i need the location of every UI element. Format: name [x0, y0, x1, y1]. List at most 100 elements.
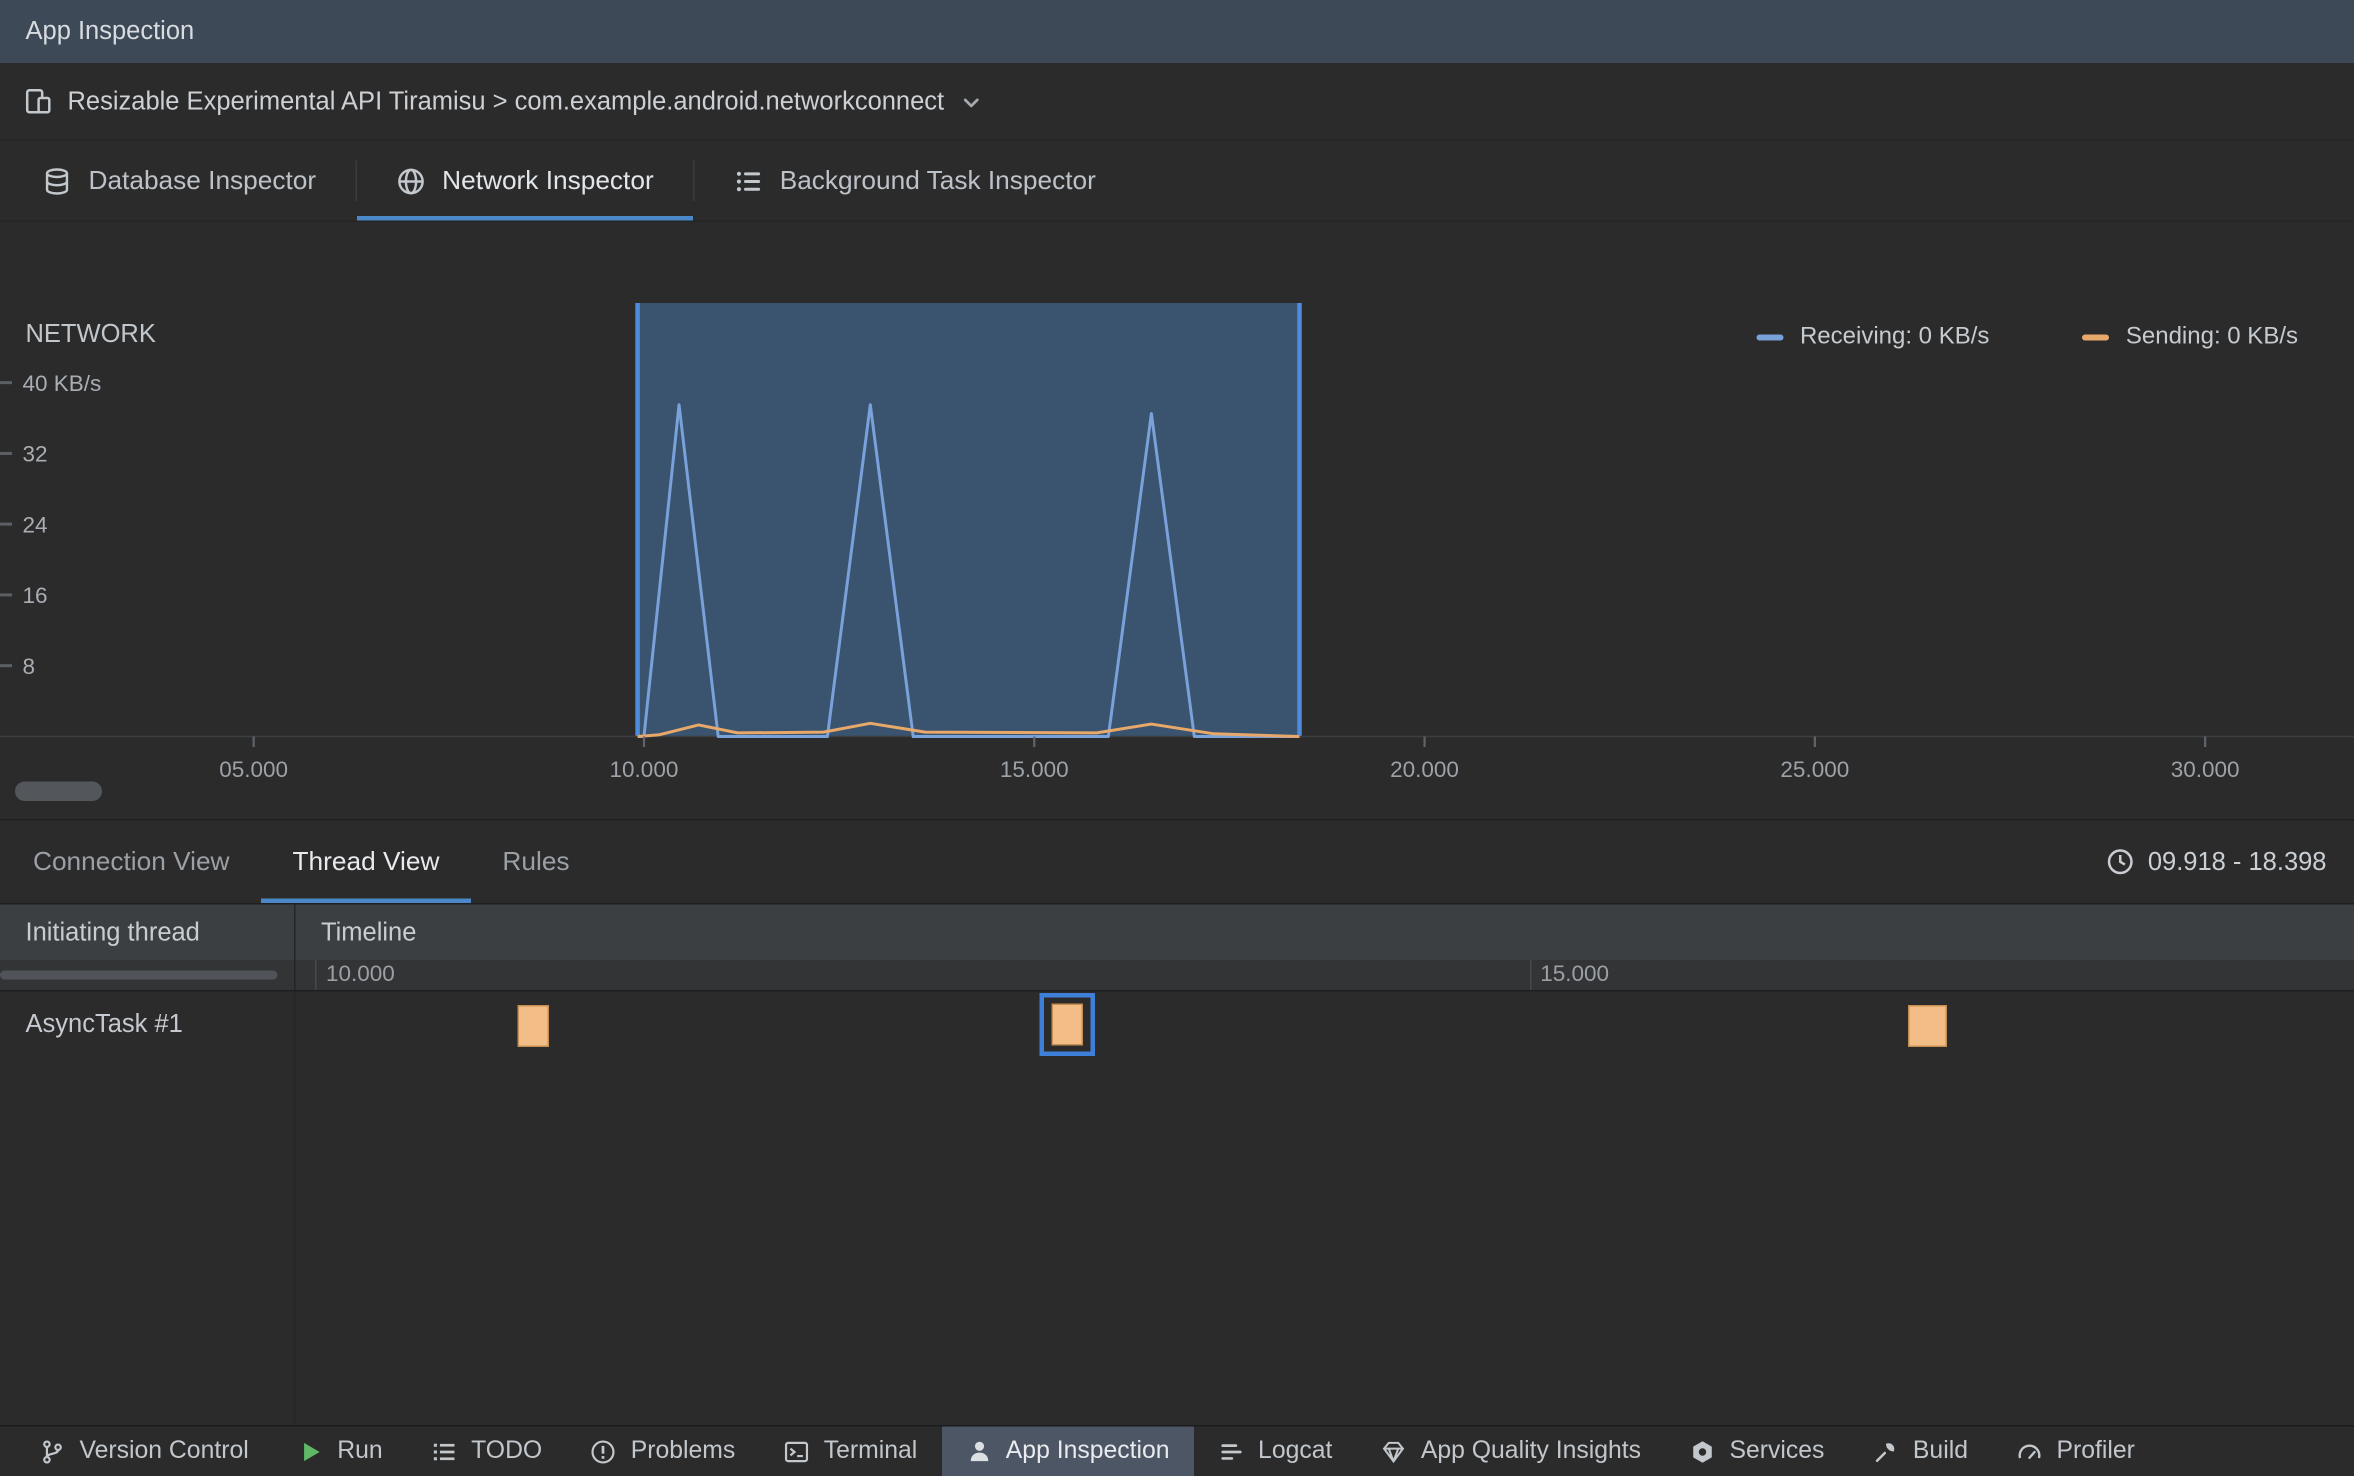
insights-icon: [1380, 1438, 1407, 1465]
svg-text:24: 24: [23, 512, 48, 537]
todo-icon: [431, 1438, 458, 1465]
tab-label: Network Inspector: [442, 165, 654, 195]
thread-view-table: Initiating thread Timeline 10.000 15.000 …: [0, 903, 2354, 1425]
timeline-gridline: [1529, 960, 1532, 990]
thread-column-scrollbar[interactable]: [0, 970, 278, 980]
toolwindow-run[interactable]: Run: [273, 1427, 407, 1476]
timeline-tick-label: 15.000: [1540, 961, 1610, 988]
toolwindow-label: Problems: [630, 1437, 736, 1464]
chevron-down-icon: [959, 87, 985, 116]
chart-title: NETWORK: [25, 319, 156, 349]
timeline-gridline: [315, 960, 317, 990]
build-icon: [1872, 1438, 1899, 1465]
window-title: App Inspection: [25, 16, 195, 46]
svg-text:32: 32: [23, 442, 48, 467]
toolwindow-label: Profiler: [2056, 1437, 2135, 1464]
tool-window-bar: Version Control Run TODO Problems Termin…: [0, 1425, 2354, 1476]
database-icon: [42, 166, 72, 196]
toolwindow-build[interactable]: Build: [1848, 1427, 1992, 1476]
svg-text:15.000: 15.000: [1000, 757, 1069, 782]
tab-background-task-inspector[interactable]: Background Task Inspector: [694, 141, 1135, 221]
profiler-icon: [2016, 1438, 2043, 1465]
timeline-track[interactable]: [296, 992, 2354, 1426]
logcat-icon: [1218, 1438, 1245, 1465]
view-tabs-row: Connection View Thread View Rules 09.918…: [0, 821, 2354, 904]
legend-receiving: Receiving: 0 KB/s: [1756, 324, 1989, 351]
toolwindow-profiler[interactable]: Profiler: [1992, 1427, 2159, 1476]
svg-text:16: 16: [23, 583, 48, 608]
toolwindow-version-control[interactable]: Version Control: [15, 1427, 273, 1476]
globe-icon: [396, 166, 426, 196]
toolwindow-services[interactable]: Services: [1665, 1427, 1848, 1476]
tab-label: Database Inspector: [88, 165, 317, 195]
tab-label: Background Task Inspector: [779, 165, 1096, 195]
network-event-marker[interactable]: [517, 1005, 549, 1047]
legend-sending-label: Sending: 0 KB/s: [2125, 324, 2298, 350]
sending-color-swatch: [2082, 334, 2110, 341]
column-header-initiating-thread: Initiating thread: [0, 904, 296, 960]
toolwindow-app-inspection[interactable]: App Inspection: [941, 1426, 1194, 1476]
svg-text:30.000: 30.000: [2171, 757, 2240, 782]
android-studio-app-inspection-window: App Inspection Resizable Experimental AP…: [0, 0, 2354, 1476]
table-body: AsyncTask #1: [0, 991, 2354, 1426]
network-usage-chart[interactable]: 05.000 10.000 15.000 20.000 25.000 30.000 40 K…: [0, 303, 2354, 804]
device-process-label: Resizable Experimental API Tiramisu > co…: [67, 86, 945, 115]
legend-sending: Sending: 0 KB/s: [2082, 324, 2298, 351]
toolwindow-label: Logcat: [1258, 1437, 1333, 1464]
svg-text:25.000: 25.000: [1780, 757, 1849, 782]
task-list-icon: [733, 166, 763, 196]
network-event-marker[interactable]: [1908, 1005, 1948, 1047]
toolwindow-label: Version Control: [79, 1437, 249, 1464]
table-row-thread-name: AsyncTask #1: [0, 991, 296, 1425]
tab-label: Rules: [502, 846, 570, 876]
device-icon: [24, 87, 53, 116]
services-icon: [1689, 1438, 1716, 1465]
toolwindow-label: App Inspection: [1005, 1437, 1170, 1464]
thread-column-axis-cell: [0, 960, 296, 990]
tab-database-inspector[interactable]: Database Inspector: [3, 141, 355, 221]
svg-text:8: 8: [23, 654, 36, 679]
toolwindow-app-quality-insights[interactable]: App Quality Insights: [1356, 1427, 1665, 1476]
toolwindow-label: TODO: [471, 1437, 543, 1464]
svg-text:05.000: 05.000: [219, 757, 288, 782]
timeline-axis: 10.000 15.000: [296, 960, 2354, 990]
chart-legend: Receiving: 0 KB/s Sending: 0 KB/s: [1756, 324, 2298, 351]
selected-time-range: 09.918 - 18.398: [2106, 821, 2327, 904]
toolwindow-todo[interactable]: TODO: [407, 1427, 567, 1476]
toolwindow-logcat[interactable]: Logcat: [1194, 1427, 1357, 1476]
terminal-icon: [783, 1438, 810, 1465]
tab-label: Connection View: [33, 846, 230, 876]
legend-receiving-label: Receiving: 0 KB/s: [1799, 324, 1990, 350]
tab-label: Thread View: [292, 846, 440, 876]
app-inspection-titlebar: App Inspection: [0, 0, 2354, 63]
tab-connection-view[interactable]: Connection View: [2, 821, 262, 904]
svg-text:40 KB/s: 40 KB/s: [23, 371, 102, 396]
time-range-label: 09.918 - 18.398: [2147, 846, 2327, 876]
inspector-toolbar-spacer: [0, 222, 2354, 303]
timeline-tick-label: 10.000: [325, 961, 395, 988]
chart-scrollbar[interactable]: [15, 781, 102, 801]
tab-network-inspector[interactable]: Network Inspector: [356, 141, 693, 221]
column-header-timeline: Timeline: [321, 917, 417, 946]
toolwindow-problems[interactable]: Problems: [566, 1427, 759, 1476]
device-process-selector[interactable]: Resizable Experimental API Tiramisu > co…: [0, 63, 2354, 141]
receiving-color-swatch: [1756, 334, 1784, 341]
tab-rules[interactable]: Rules: [471, 821, 601, 904]
network-chart-panel: 05.000 10.000 15.000 20.000 25.000 30.000 40 K…: [0, 303, 2354, 821]
app-inspection-icon: [965, 1438, 992, 1465]
selected-network-event-marker[interactable]: [1039, 993, 1095, 1056]
toolwindow-label: Services: [1729, 1437, 1825, 1464]
table-header: Initiating thread Timeline: [0, 903, 2354, 960]
tab-thread-view[interactable]: Thread View: [261, 821, 471, 903]
toolwindow-label: Build: [1912, 1437, 1968, 1464]
problems-icon: [590, 1438, 617, 1465]
toolwindow-label: Run: [337, 1437, 383, 1464]
toolwindow-label: Terminal: [823, 1437, 918, 1464]
clock-icon: [2106, 848, 2135, 877]
git-branch-icon: [39, 1438, 66, 1465]
svg-text:20.000: 20.000: [1390, 757, 1459, 782]
toolwindow-label: App Quality Insights: [1420, 1437, 1641, 1464]
svg-text:10.000: 10.000: [610, 757, 679, 782]
toolwindow-terminal[interactable]: Terminal: [759, 1427, 941, 1476]
run-icon: [297, 1438, 324, 1465]
